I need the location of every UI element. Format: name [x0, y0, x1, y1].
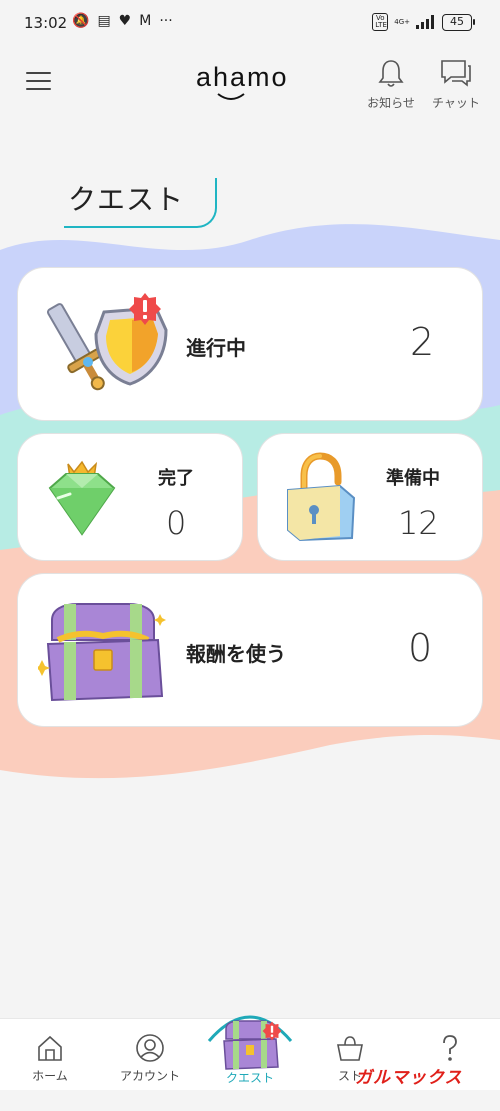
- volte-icon: Vo LTE: [372, 13, 389, 31]
- nav-quest-label: クエスト: [225, 1071, 274, 1085]
- chat-button[interactable]: チャット: [427, 58, 485, 111]
- heart-icon: ♥: [118, 13, 132, 29]
- notice-button[interactable]: お知らせ: [362, 58, 420, 111]
- ahamo-logo: ahamo: [196, 62, 289, 100]
- status-bar: 13:02 🔕 ▤ ♥ M ··· Vo LTE 4G+ 45: [0, 0, 500, 44]
- more-icon: ···: [159, 13, 173, 29]
- battery-icon: 45: [442, 13, 475, 31]
- logo-smile-icon: [217, 93, 245, 100]
- chat-icon: [441, 60, 471, 87]
- status-system-icons: Vo LTE 4G+ 45: [372, 13, 475, 31]
- rewards-label: 報酬を使う: [186, 642, 286, 666]
- completed-label: 完了: [158, 468, 194, 489]
- mute-icon: 🔕: [72, 13, 90, 29]
- menu-button[interactable]: [26, 72, 51, 92]
- preparing-card[interactable]: 準備中 12: [258, 434, 482, 560]
- in-progress-label: 進行中: [186, 336, 246, 360]
- store-icon: [337, 1036, 363, 1061]
- nav-home[interactable]: ホーム: [0, 1019, 100, 1091]
- completed-card[interactable]: 完了 0: [18, 434, 242, 560]
- treasure-chest-icon: [38, 603, 166, 702]
- nav-account-label: アカウント: [119, 1069, 180, 1083]
- help-icon: [443, 1035, 457, 1061]
- padlock-icon: [287, 452, 356, 542]
- status-notification-icons: 🔕 ▤ ♥ M ···: [72, 13, 173, 29]
- bell-icon: [378, 60, 404, 87]
- in-progress-card[interactable]: 進行中 2: [18, 268, 482, 420]
- status-time: 13:02: [24, 14, 68, 32]
- account-icon: [136, 1034, 164, 1062]
- nav-quest[interactable]: クエスト: [200, 1015, 300, 1091]
- completed-count: 0: [166, 504, 187, 542]
- watermark: ガルマックス: [355, 1068, 463, 1088]
- alert-badge-icon: [129, 293, 161, 325]
- signal-icon: [416, 15, 434, 29]
- nav-home-label: ホーム: [32, 1069, 68, 1083]
- nav-account[interactable]: アカウント: [100, 1019, 200, 1091]
- bottom-navigation: ホーム アカウント クエスト スト ガルマックス: [0, 1015, 500, 1091]
- network-label: 4G+: [394, 18, 410, 26]
- message-icon: ▤: [97, 13, 111, 29]
- preparing-count: 12: [398, 504, 439, 542]
- gesture-bar: [0, 1090, 500, 1111]
- home-icon: [38, 1035, 62, 1061]
- gem-crown-icon: [48, 460, 116, 536]
- mail-icon: M: [139, 13, 152, 29]
- preparing-label: 準備中: [386, 468, 440, 489]
- quest-alert-badge-icon: [262, 1021, 282, 1041]
- rewards-count: 0: [408, 626, 433, 670]
- in-progress-count: 2: [410, 320, 435, 364]
- rewards-card[interactable]: 報酬を使う 0: [18, 574, 482, 726]
